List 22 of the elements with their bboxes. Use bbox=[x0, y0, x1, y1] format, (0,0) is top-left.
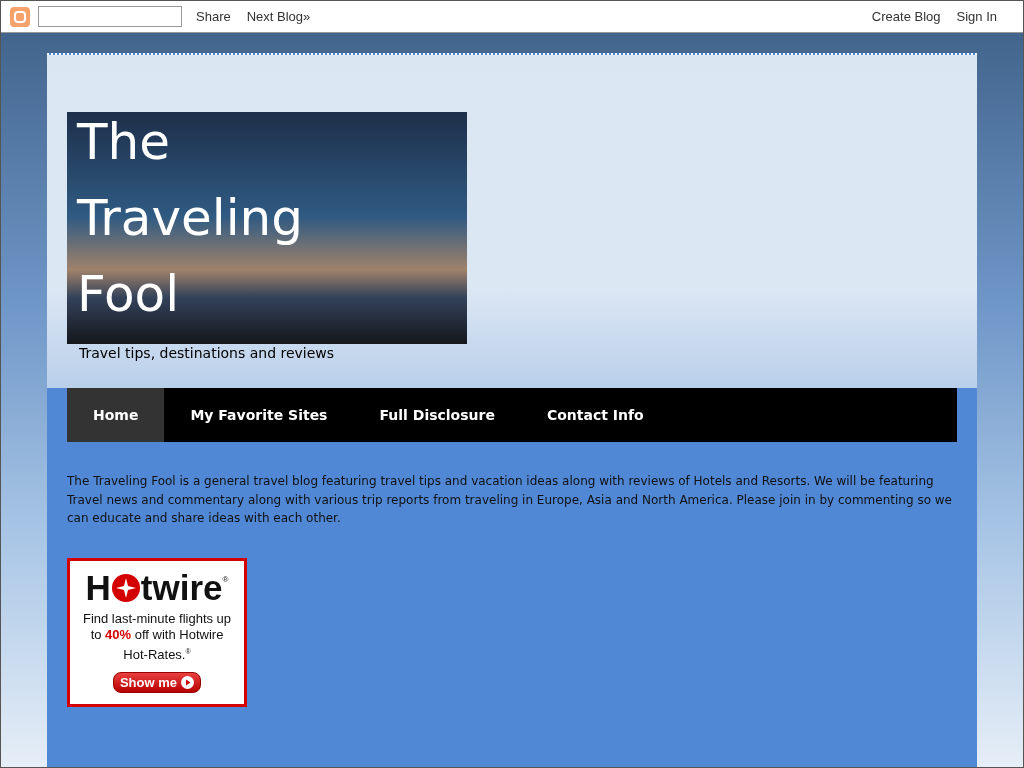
ad-text: Find last-minute flights up to 40% off with Hotwire Hot-Rates.$^{®}$ bbox=[81, 610, 233, 664]
nav-tab[interactable]: My Favorite Sites bbox=[164, 388, 354, 442]
ad-logo-text: twire bbox=[140, 568, 223, 607]
registered-mark: ® bbox=[222, 574, 229, 584]
nav-tab[interactable]: Contact Info bbox=[520, 388, 670, 442]
blog-tagline: Travel tips, destinations and reviews bbox=[79, 345, 336, 362]
ad-logo-text: H bbox=[85, 568, 111, 607]
search-field[interactable] bbox=[38, 6, 182, 27]
nav-link[interactable]: Sign In bbox=[956, 9, 997, 24]
play-icon bbox=[181, 676, 195, 690]
nav-link[interactable]: Next Blog» bbox=[246, 9, 311, 24]
show-me-button[interactable]: Show me bbox=[112, 672, 202, 694]
blog-title: Traveling bbox=[77, 188, 304, 249]
nav-tab[interactable]: Home bbox=[67, 388, 165, 442]
blog-description: The Traveling Fool is a general travel blog featuring travel tips and vacation ideas along with reviews of Hotels and Resorts. We will be featuring Travel news and commentary along with various trip reports from traveling in Europe, Asia and North America. Please join in by commenting so we can educate and share ideas with each other. bbox=[67, 473, 953, 527]
hotwire-ad[interactable]: H twire® Find last-minute flights up to 40% off with Hotwire Hot-Rates.$^{®}$ Show me bbox=[67, 557, 247, 707]
blogger-logo-icon[interactable] bbox=[10, 6, 30, 27]
blog-title: The bbox=[77, 112, 171, 173]
nav-tab[interactable]: Full Disclosure bbox=[353, 388, 521, 442]
nav-link[interactable]: Share bbox=[196, 9, 231, 24]
blog-title: Fool bbox=[77, 264, 181, 325]
nav-link[interactable]: Create Blog bbox=[871, 9, 941, 24]
